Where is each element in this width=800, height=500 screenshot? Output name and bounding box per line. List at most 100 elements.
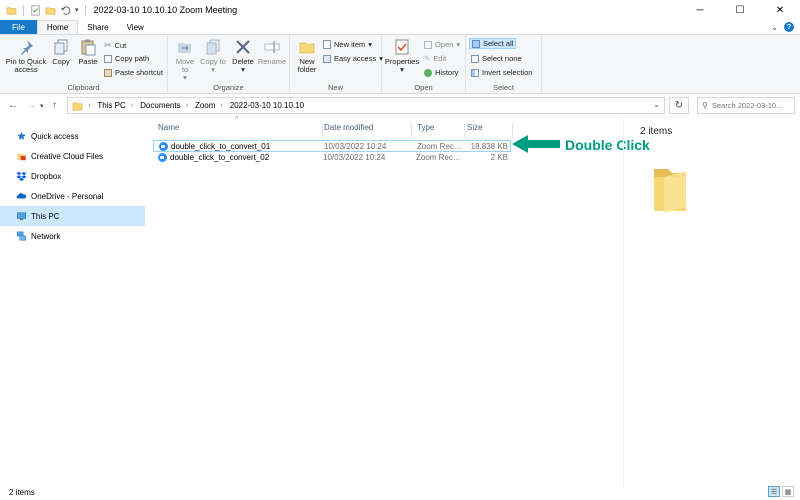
copy-icon xyxy=(54,39,68,55)
customize-toolbar-dropdown[interactable]: ▾ xyxy=(75,6,79,14)
tab-file[interactable]: File xyxy=(0,20,37,34)
folder-icon xyxy=(6,6,17,14)
chevron-down-icon: ▾ xyxy=(211,65,215,74)
file-date: 10/03/2022 10:24 xyxy=(324,142,387,151)
new-item-button[interactable]: New item ▾ xyxy=(323,40,372,49)
tab-home[interactable]: Home xyxy=(36,20,79,34)
star-icon xyxy=(17,131,26,140)
open-button[interactable]: Open ▾ xyxy=(424,40,460,49)
breadcrumb-documents[interactable]: Documents xyxy=(140,101,180,110)
new-folder-icon[interactable] xyxy=(45,5,56,16)
up-button[interactable]: ↑ xyxy=(52,100,57,111)
select-none-label: Select none xyxy=(482,54,522,63)
select-group-label: Select xyxy=(493,83,514,92)
nav-label: Dropbox xyxy=(31,171,62,181)
search-placeholder: Search 2022-03-10... xyxy=(711,101,783,110)
column-header-name[interactable]: Name xyxy=(158,123,323,138)
nav-item-creative-cloud[interactable]: Creative Cloud Files xyxy=(0,146,150,166)
nav-item-dropbox[interactable]: Dropbox xyxy=(0,166,150,186)
minimize-button[interactable]: ─ xyxy=(680,0,720,20)
edit-icon: ✎ xyxy=(424,54,431,63)
back-button[interactable]: ← xyxy=(8,100,18,111)
nav-item-this-pc[interactable]: This PC xyxy=(0,206,145,226)
move-to-button[interactable]: Move to ▾ xyxy=(172,38,198,82)
nav-item-quick-access[interactable]: Quick access xyxy=(0,126,150,146)
history-icon xyxy=(424,68,432,77)
copy-to-icon xyxy=(206,39,220,55)
invert-selection-button[interactable]: Invert selection xyxy=(471,68,532,77)
nav-label: Creative Cloud Files xyxy=(31,151,104,161)
onedrive-icon xyxy=(16,193,27,199)
copy-to-button[interactable]: Copy to ▾ xyxy=(200,38,226,74)
chevron-down-icon: ▾ xyxy=(456,40,461,49)
forward-button[interactable]: → xyxy=(26,100,36,111)
open-icon xyxy=(424,40,432,49)
copy-button[interactable]: Copy xyxy=(48,38,74,66)
sort-ascending-icon: ^ xyxy=(235,116,239,123)
file-row[interactable]: double_click_to_convert_01 10/03/2022 10… xyxy=(153,140,511,152)
organize-group-label: Organize xyxy=(213,83,244,92)
select-none-button[interactable]: Select none xyxy=(471,54,522,63)
tab-view[interactable]: View xyxy=(118,20,153,34)
new-folder-button[interactable]: New folder xyxy=(293,38,321,74)
cut-button[interactable]: ✂ Cut xyxy=(104,40,126,51)
paste-label: Paste xyxy=(78,57,98,66)
preview-pane: 2 items xyxy=(623,118,800,488)
file-row[interactable]: double_click_to_convert_02 10/03/2022 10… xyxy=(153,152,511,164)
large-icons-view-button[interactable]: ▦ xyxy=(782,486,794,497)
file-list: ^ Name Date modified Type Size double_cl… xyxy=(153,116,623,488)
nav-label: OneDrive - Personal xyxy=(31,191,104,201)
breadcrumb-separator: › xyxy=(130,102,134,109)
help-icon[interactable]: ? xyxy=(784,22,794,32)
undo-icon[interactable] xyxy=(60,5,71,16)
address-history-dropdown[interactable]: ⌄ xyxy=(653,100,660,109)
delete-button[interactable]: Delete ▾ xyxy=(230,38,256,74)
breadcrumb-this-pc[interactable]: This PC xyxy=(97,101,125,110)
clipboard-group-label: Clipboard xyxy=(67,83,100,92)
rename-icon xyxy=(264,41,280,53)
file-size: 2 KB xyxy=(490,153,508,162)
window-controls: ─ ☐ ✕ xyxy=(680,0,800,20)
collapse-ribbon-icon[interactable]: ⌄ xyxy=(771,23,778,32)
maximize-button[interactable]: ☐ xyxy=(720,0,760,20)
pin-quick-access-button[interactable]: Pin to Quick access xyxy=(4,38,48,74)
search-input[interactable]: ⚲ Search 2022-03-10... xyxy=(697,97,795,114)
close-button[interactable]: ✕ xyxy=(760,0,800,20)
column-header-date[interactable]: Date modified xyxy=(324,123,412,138)
select-all-button[interactable]: Select all xyxy=(469,38,517,49)
quick-access-toolbar: ▾ xyxy=(0,4,88,16)
nav-label: This PC xyxy=(31,211,60,221)
recent-locations-button[interactable]: ▾ xyxy=(40,102,44,110)
scissors-icon: ✂ xyxy=(104,40,112,50)
creative-cloud-icon xyxy=(17,153,26,161)
file-name: double_click_to_convert_02 xyxy=(170,153,270,162)
rename-button[interactable]: Rename xyxy=(258,38,286,66)
properties-icon[interactable] xyxy=(30,5,41,16)
history-button[interactable]: History xyxy=(424,68,458,77)
edit-button[interactable]: ✎ Edit xyxy=(424,54,446,63)
nav-item-network[interactable]: Network xyxy=(0,226,150,246)
column-header-size[interactable]: Size xyxy=(467,123,513,138)
new-folder-icon xyxy=(299,42,315,54)
paste-shortcut-icon xyxy=(104,68,112,77)
paste-shortcut-label: Paste shortcut xyxy=(115,68,163,77)
easy-access-button[interactable]: Easy access ▾ xyxy=(323,54,383,63)
breadcrumb-current-folder[interactable]: 2022-03-10 10.10.10 xyxy=(230,101,304,110)
select-none-icon xyxy=(471,54,479,63)
paste-button[interactable]: Paste xyxy=(75,38,101,66)
open-group: Properties ▾ Open ▾ ✎ Edit History Open xyxy=(382,35,466,94)
details-view-button[interactable]: ☰ xyxy=(768,486,780,497)
toolbar-divider xyxy=(84,4,86,16)
breadcrumb-zoom[interactable]: Zoom xyxy=(195,101,215,110)
paste-shortcut-button[interactable]: Paste shortcut xyxy=(104,68,163,77)
view-switcher: ☰ ▦ xyxy=(768,486,794,497)
copy-path-button[interactable]: Copy path xyxy=(104,54,149,63)
file-size: 18.838 KB xyxy=(470,142,508,151)
tab-share[interactable]: Share xyxy=(78,20,117,34)
properties-button[interactable]: Properties ▾ xyxy=(384,38,420,74)
column-header-type[interactable]: Type xyxy=(417,123,465,138)
refresh-button[interactable]: ↻ xyxy=(669,97,689,114)
address-bar[interactable]: › This PC › Documents › Zoom › 2022-03-1… xyxy=(67,97,665,114)
file-type: Zoom Rec... xyxy=(416,153,460,162)
nav-item-onedrive[interactable]: OneDrive - Personal xyxy=(0,186,150,206)
